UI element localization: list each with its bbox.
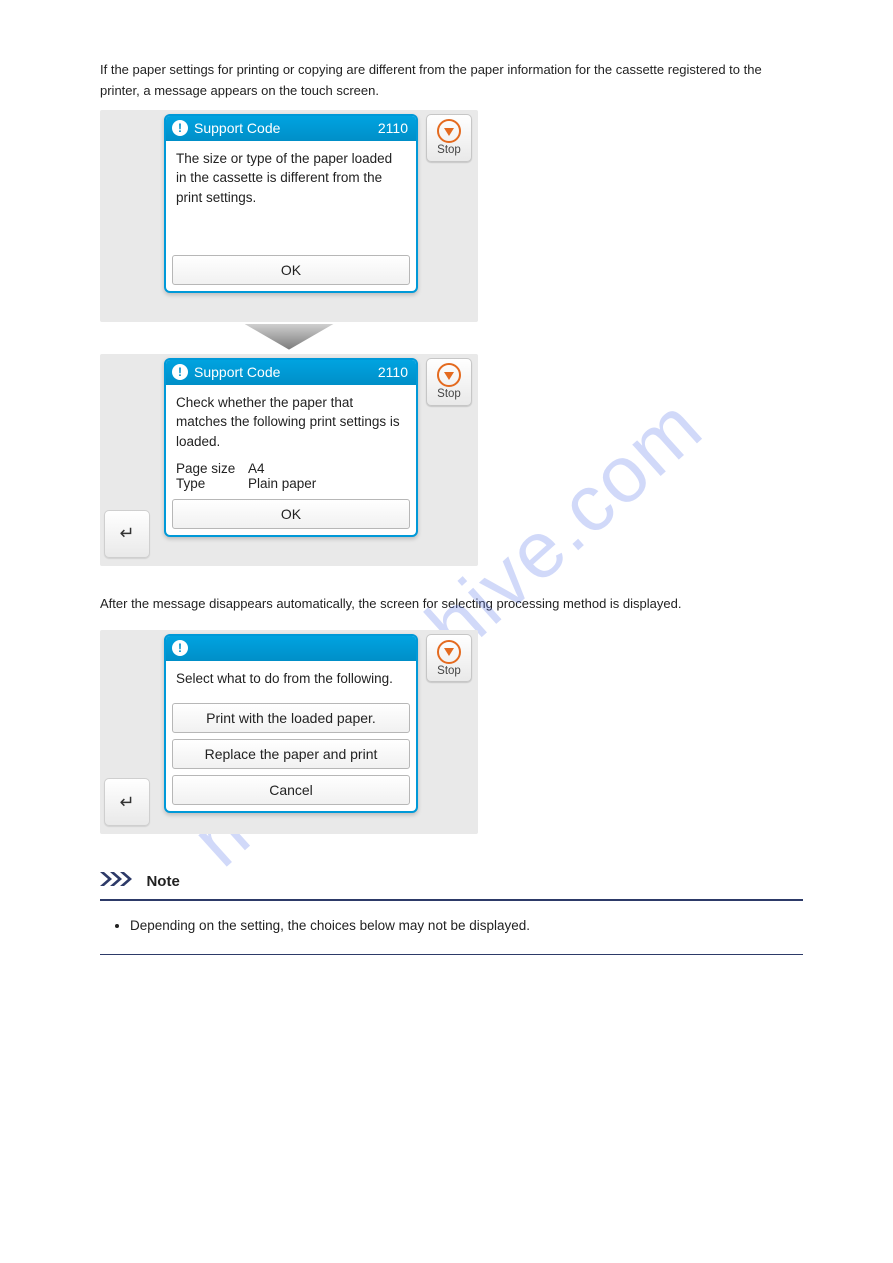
settings-table: Page size A4 Type Plain paper <box>166 455 416 495</box>
cancel-button[interactable]: Cancel <box>172 775 410 805</box>
printer-screen-3: ! Select what to do from the following. … <box>100 630 478 834</box>
page-size-value: A4 <box>248 461 265 476</box>
down-arrow <box>100 322 478 354</box>
stop-icon <box>437 640 461 664</box>
error-dialog-2: ! Support Code 2110 Check whether the pa… <box>164 358 418 538</box>
back-icon: ↵ <box>119 792 134 813</box>
replace-paper-button[interactable]: Replace the paper and print <box>172 739 410 769</box>
type-label: Type <box>176 476 248 491</box>
note-section: Note Depending on the setting, the choic… <box>100 872 803 955</box>
dialog-header: ! <box>166 636 416 661</box>
stop-icon <box>437 363 461 387</box>
note-chevrons-icon <box>100 872 136 886</box>
manual-page: manualshive.com If the paper settings fo… <box>0 0 893 1263</box>
stop-button[interactable]: Stop <box>426 358 472 406</box>
alert-icon: ! <box>172 640 188 656</box>
dialog-message: Check whether the paper that matches the… <box>166 385 416 456</box>
back-button[interactable]: ↵ <box>104 778 150 826</box>
type-value: Plain paper <box>248 476 316 491</box>
printer-screen-1: ! Support Code 2110 The size or type of … <box>100 110 478 322</box>
stop-label: Stop <box>437 388 461 400</box>
stop-label: Stop <box>437 665 461 677</box>
printer-screen-2: ! Support Code 2110 Check whether the pa… <box>100 354 478 566</box>
stop-label: Stop <box>437 144 461 156</box>
stop-button[interactable]: Stop <box>426 634 472 682</box>
alert-icon: ! <box>172 364 188 380</box>
note-item: Depending on the setting, the choices be… <box>130 915 803 938</box>
screenshot-stack: ! Support Code 2110 The size or type of … <box>100 110 803 566</box>
dialog-title: Support Code <box>194 364 378 380</box>
stop-button[interactable]: Stop <box>426 114 472 162</box>
back-icon: ↵ <box>119 523 134 544</box>
dialog-title: Support Code <box>194 120 378 136</box>
stop-icon <box>437 119 461 143</box>
page-size-label: Page size <box>176 461 248 476</box>
ok-button[interactable]: OK <box>172 499 410 529</box>
note-heading: Note <box>146 873 179 890</box>
note-rule-bottom <box>100 954 803 955</box>
back-button[interactable]: ↵ <box>104 510 150 558</box>
dialog-message: The size or type of the paper loaded in … <box>166 141 416 212</box>
dialog-header: ! Support Code 2110 <box>166 116 416 141</box>
note-list: Depending on the setting, the choices be… <box>100 915 803 938</box>
print-loaded-paper-button[interactable]: Print with the loaded paper. <box>172 703 410 733</box>
error-dialog-1: ! Support Code 2110 The size or type of … <box>164 114 418 294</box>
alert-icon: ! <box>172 120 188 136</box>
intro-paragraph: If the paper settings for printing or co… <box>100 60 803 102</box>
dialog-header: ! Support Code 2110 <box>166 360 416 385</box>
support-code: 2110 <box>378 120 408 136</box>
action-dialog: ! Select what to do from the following. … <box>164 634 418 813</box>
support-code: 2110 <box>378 364 408 380</box>
mid-paragraph: After the message disappears automatical… <box>100 594 803 615</box>
ok-button[interactable]: OK <box>172 255 410 285</box>
dialog-message: Select what to do from the following. <box>166 661 416 693</box>
note-rule-top <box>100 899 803 901</box>
